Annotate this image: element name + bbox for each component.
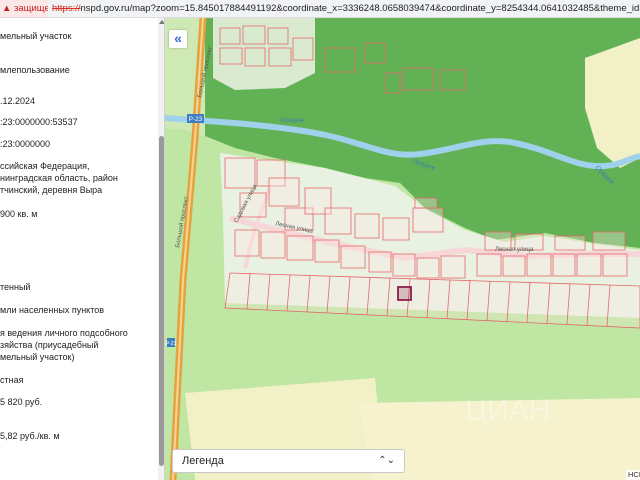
field-land-use-type: млепользование xyxy=(0,65,70,75)
address-bar[interactable]: ▲ защищено https://nspd.gov.ru/map?zoom=… xyxy=(0,0,640,18)
corner-label: НСП xyxy=(626,470,640,480)
chevrons-left-icon: « xyxy=(174,30,182,46)
security-label: защищено xyxy=(14,3,48,14)
field-address: ссийская Федерация, нинградская область,… xyxy=(0,161,118,195)
warning-icon: ▲ xyxy=(2,3,12,14)
chevron-updown-icon: ⌃⌄ xyxy=(378,455,395,466)
selected-parcel xyxy=(397,286,412,301)
field-cadastral-value: 5 820 руб. xyxy=(0,397,43,407)
field-status: тенный xyxy=(0,282,31,292)
parcel-info-panel: мельный участок млепользование .12.2024 … xyxy=(0,18,165,480)
field-cadastral-number: :23:0000000:53537 xyxy=(0,117,78,127)
village-north xyxy=(213,18,315,90)
not-secure-badge[interactable]: ▲ защищено xyxy=(0,0,48,17)
field-land-category: мли населенных пунктов xyxy=(0,305,105,315)
scrollbar-thumb[interactable] xyxy=(159,136,164,466)
label-river-1: Оредеж xyxy=(280,117,304,124)
map-canvas[interactable]: Р-23 Р-23 Большой проспект Большой просп… xyxy=(165,18,640,480)
url-text[interactable]: https://nspd.gov.ru/map?zoom=15.84501788… xyxy=(52,0,640,17)
field-cadastral-quarter: :23:0000000 xyxy=(0,139,51,149)
cadastral-map[interactable]: Р-23 Р-23 Большой проспект Большой просп… xyxy=(165,18,640,480)
legend-label: Легенда xyxy=(182,455,224,467)
legend-dropdown[interactable]: Легенда ⌃⌄ xyxy=(172,449,405,473)
field-area: 900 кв. м xyxy=(0,209,38,219)
url-rest: nspd.gov.ru/map?zoom=15.845017884491192&… xyxy=(80,3,640,14)
field-category: мельный участок xyxy=(0,31,72,41)
field-permitted-use: я ведения личного подсобного зяйства (пр… xyxy=(0,328,128,362)
road-badge-top-text: Р-23 xyxy=(189,116,203,123)
url-protocol: https:// xyxy=(52,3,81,14)
field-specific-value: 5,82 руб./кв. м xyxy=(0,431,60,441)
road-badge-bottom-text: Р-23 xyxy=(166,341,177,347)
label-lesnaya-2: Лесная улица xyxy=(495,247,534,253)
collapse-panel-button[interactable]: « xyxy=(169,30,187,48)
field-ownership: стная xyxy=(0,375,24,385)
field-date: .12.2024 xyxy=(0,96,36,106)
panel-scrollbar[interactable] xyxy=(158,18,164,480)
watermark: ЦИАН xyxy=(465,394,550,427)
